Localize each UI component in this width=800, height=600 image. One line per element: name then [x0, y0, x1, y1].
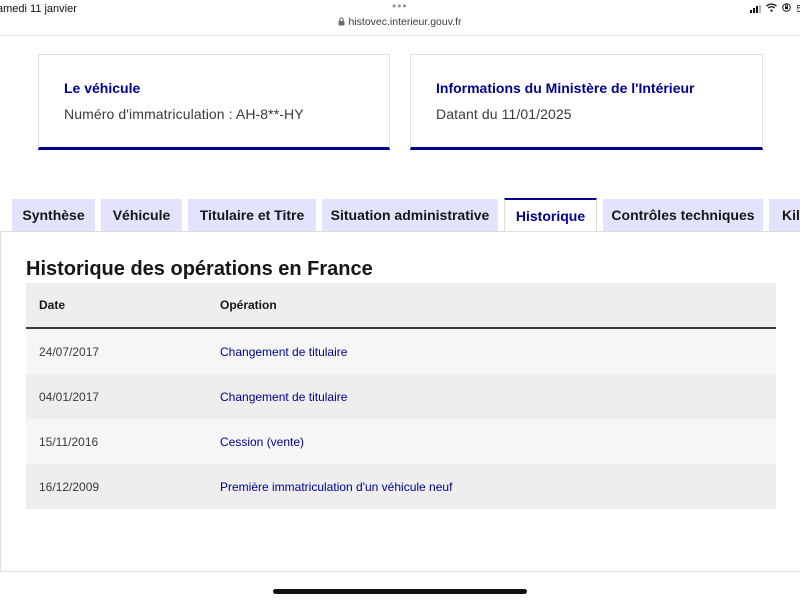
row-date: 16/12/2009: [39, 479, 100, 494]
date-column-header: Date: [39, 298, 66, 312]
row-date: 24/07/2017: [39, 344, 100, 359]
url-text: histovec.interieur.gouv.fr: [348, 16, 462, 28]
url-bar[interactable]: histovec.interieur.gouv.fr: [0, 16, 800, 29]
section-title: Historique des opérations en France: [26, 258, 373, 280]
row-operation-link[interactable]: Changement de titulaire: [220, 390, 776, 404]
battery-text: 5: [796, 3, 800, 15]
history-table: Date Opération 24/07/2017 Changement de …: [26, 283, 776, 509]
tab-vehicule[interactable]: Véhicule: [101, 199, 182, 231]
orientation-lock-icon: [782, 3, 792, 15]
vehicle-card: Le véhicule Numéro d'immatriculation : A…: [38, 54, 390, 150]
table-row: 04/01/2017 Changement de titulaire: [26, 374, 776, 419]
history-panel: Historique des opérations en France Date…: [0, 231, 800, 572]
tab-kilometrage[interactable]: Kilo: [769, 199, 800, 231]
tab-situation-administrative[interactable]: Situation administrative: [322, 199, 498, 231]
ministry-card: Informations du Ministère de l'Intérieur…: [410, 54, 763, 150]
screen: amedi 11 janvier ••• histovec.interieur.…: [0, 0, 800, 600]
registration-number: Numéro d'immatriculation : AH-8**-HY: [64, 106, 304, 122]
table-row: 24/07/2017 Changement de titulaire: [26, 329, 776, 374]
operation-column-header: Opération: [220, 298, 277, 312]
vehicle-card-title: Le véhicule: [64, 80, 141, 96]
status-bar: amedi 11 janvier ••• histovec.interieur.…: [0, 0, 800, 36]
lock-icon: [338, 17, 345, 29]
home-indicator[interactable]: [273, 589, 527, 594]
tab-synthese[interactable]: Synthèse: [12, 199, 95, 231]
table-body: 24/07/2017 Changement de titulaire 04/01…: [26, 329, 776, 509]
table-row: 16/12/2009 Première immatriculation d'un…: [26, 464, 776, 509]
row-operation-link[interactable]: Changement de titulaire: [220, 345, 776, 359]
status-icons: 5: [750, 3, 800, 15]
tab-controles-techniques[interactable]: Contrôles techniques: [603, 199, 763, 231]
row-date: 15/11/2016: [39, 434, 99, 449]
cellular-signal-icon: [750, 5, 762, 13]
ministry-card-title: Informations du Ministère de l'Intérieur: [436, 80, 695, 96]
status-time: amedi 11 janvier: [0, 3, 77, 15]
wifi-icon: [766, 3, 778, 15]
tab-historique[interactable]: Historique: [504, 198, 597, 232]
row-date: 04/01/2017: [39, 389, 100, 404]
more-dots-icon[interactable]: •••: [392, 0, 408, 12]
tab-list: Synthèse Véhicule Titulaire et Titre Sit…: [12, 198, 800, 232]
table-row: 15/11/2016 Cession (vente): [26, 419, 776, 464]
data-date: Datant du 11/01/2025: [436, 106, 572, 122]
tab-titulaire-et-titre[interactable]: Titulaire et Titre: [188, 199, 316, 231]
row-operation-link[interactable]: Cession (vente): [220, 435, 776, 449]
row-operation-link[interactable]: Première immatriculation d'un véhicule n…: [220, 480, 776, 494]
table-header: Date Opération: [26, 283, 776, 329]
